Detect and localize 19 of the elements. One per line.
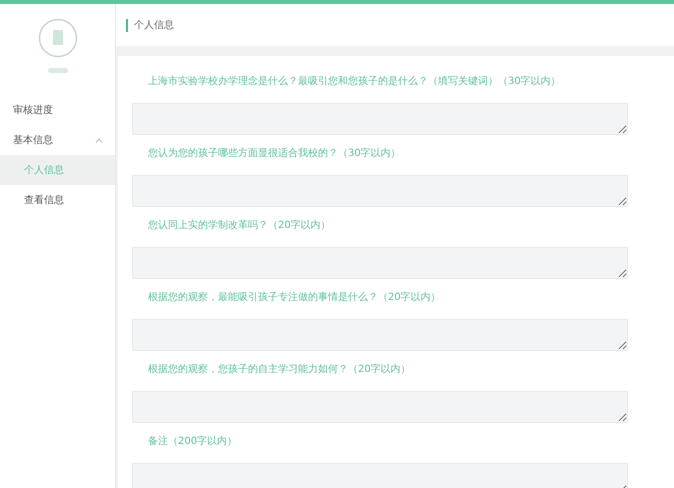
name-placeholder (48, 68, 68, 73)
answer-box[interactable] (132, 175, 628, 207)
answer-box[interactable] (132, 103, 628, 135)
answer-box[interactable] (132, 391, 628, 423)
sidebar-item[interactable]: 基本信息 (0, 125, 115, 155)
answer-box[interactable] (132, 319, 628, 351)
question-label: 备注（200字以内） (147, 434, 238, 449)
avatar-icon (38, 18, 78, 58)
question-label: 您认同上实的学制改革吗？（20字以内） (147, 218, 332, 233)
answer-box[interactable] (132, 247, 628, 279)
question-label: 根据您的观察，最能吸引孩子专注做的事情是什么？（20字以内） (147, 290, 442, 305)
caret-icon (95, 138, 103, 142)
question-label: 上海市实验学校办学理念是什么？最吸引您和您孩子的是什么？（填写关键词）（30字以内） (147, 74, 562, 89)
sidebar-item[interactable]: 审核进度 (0, 95, 115, 125)
question-label: 根据您的观察，您孩子的自主学习能力如何？（20字以内） (147, 362, 412, 377)
sidebar-item[interactable]: 查看信息 (0, 185, 115, 215)
answer-box[interactable] (132, 463, 628, 488)
question-label: 您认为您的孩子哪些方面显很适合我校的？（30字以内） (147, 146, 402, 161)
page-title: 个人信息 (134, 18, 174, 32)
